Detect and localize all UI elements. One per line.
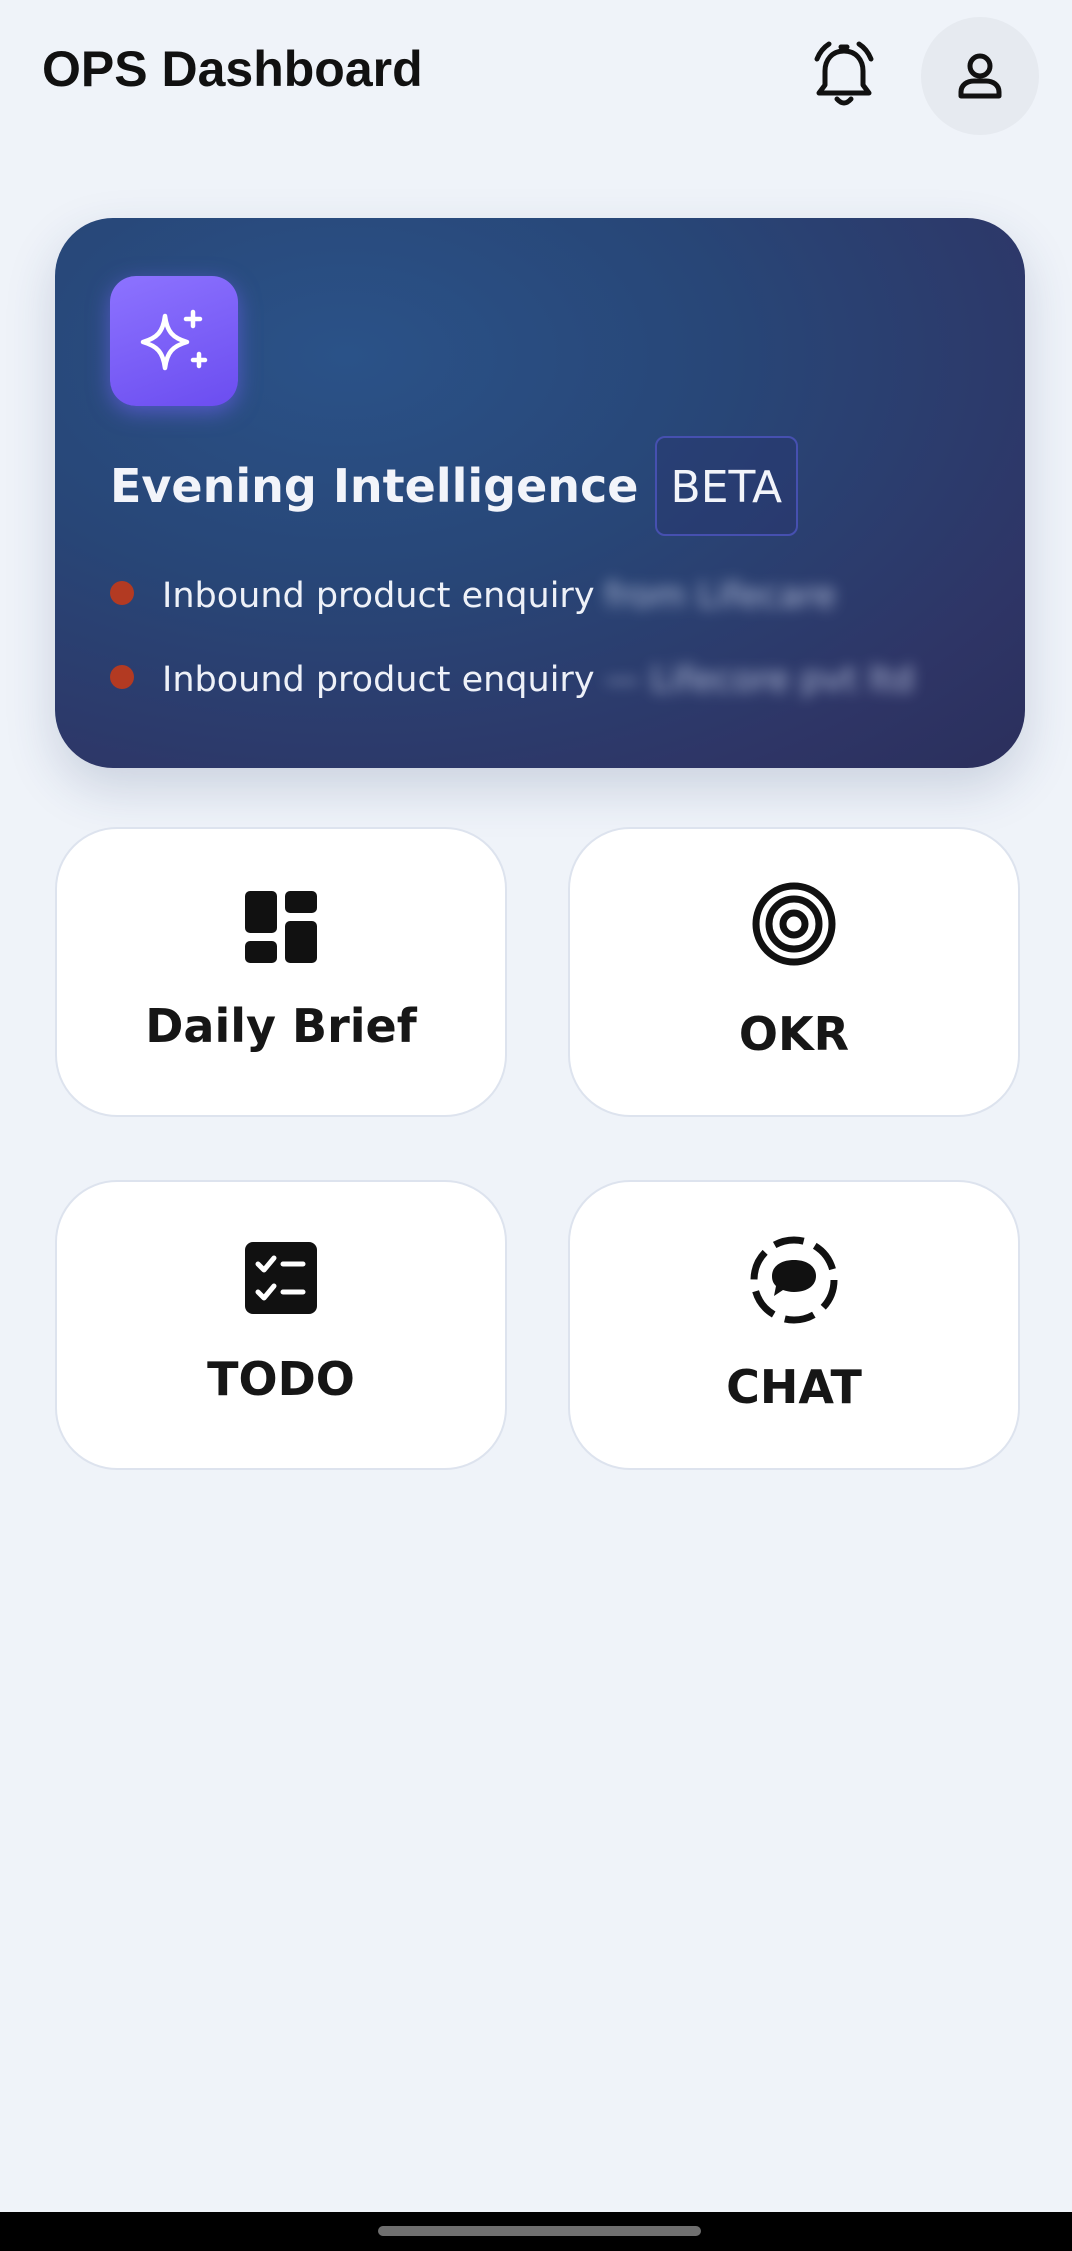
dashboard-page: OPS Dashboard Evening Intelligence BETA …	[0, 0, 1072, 2251]
intel-list-item[interactable]: Inbound product enquiry from Lifecare	[110, 576, 836, 616]
home-indicator[interactable]	[378, 2226, 701, 2236]
tile-todo[interactable]: TODO	[55, 1180, 507, 1470]
person-icon	[958, 53, 1002, 99]
tile-label: TODO	[207, 1352, 355, 1406]
intel-item-text: Inbound product enquiry	[162, 576, 595, 616]
sparkle-badge	[110, 276, 238, 406]
intel-title: Evening Intelligence	[110, 459, 639, 513]
tile-okr[interactable]: OKR	[568, 827, 1020, 1117]
chat-bubble-icon	[750, 1236, 838, 1324]
intel-title-row: Evening Intelligence BETA	[110, 436, 799, 536]
tile-label: Daily Brief	[145, 999, 417, 1053]
checklist-icon	[245, 1242, 317, 1314]
notifications-button[interactable]	[800, 32, 888, 120]
tile-label: CHAT	[726, 1360, 862, 1414]
page-title: OPS Dashboard	[42, 41, 423, 97]
intel-item-redacted: from Lifecare	[604, 576, 837, 616]
tile-label: OKR	[738, 1007, 850, 1061]
beta-badge: BETA	[654, 436, 799, 536]
intel-item-redacted: — Lifecore pvt ltd	[604, 660, 915, 700]
intel-item-text: Inbound product enquiry	[162, 660, 595, 700]
sparkle-icon	[140, 309, 208, 371]
app-header: OPS Dashboard	[0, 0, 1072, 150]
tile-chat[interactable]: CHAT	[568, 1180, 1020, 1470]
tile-daily-brief[interactable]: Daily Brief	[55, 827, 507, 1117]
target-icon	[752, 882, 836, 966]
alarm-bell-icon	[814, 41, 874, 106]
intel-list-item[interactable]: Inbound product enquiry — Lifecore pvt l…	[110, 660, 914, 700]
profile-button[interactable]	[921, 17, 1039, 135]
bullet-dot	[110, 581, 134, 605]
bullet-dot	[110, 665, 134, 689]
system-navigation-bar	[0, 2212, 1072, 2251]
evening-intelligence-card[interactable]: Evening Intelligence BETA Inbound produc…	[55, 218, 1025, 768]
dashboard-grid-icon	[245, 891, 317, 963]
